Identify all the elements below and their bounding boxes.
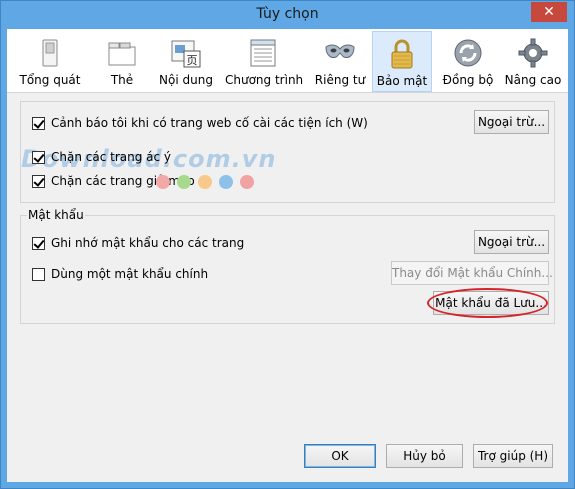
gear-icon — [518, 38, 548, 68]
passwords-exceptions-button[interactable]: Ngoại trừ... — [474, 230, 549, 254]
tab-label: Nâng cao — [504, 73, 562, 87]
applications-icon — [250, 39, 276, 67]
block-attack-checkbox[interactable]: Chặn các trang ác ý — [32, 149, 192, 167]
checkbox[interactable] — [32, 175, 45, 188]
watermark-dot — [219, 175, 233, 189]
switch-icon — [42, 39, 58, 67]
close-button[interactable]: ✕ — [531, 2, 567, 22]
highlight-oval — [427, 288, 548, 318]
category-toolbar: Tổng quát Thẻ 页 Nội dung Chương trình Ri… — [7, 29, 568, 93]
ok-button[interactable]: OK — [304, 444, 376, 468]
tab-label: Nội dung — [159, 73, 213, 87]
watermark-dot — [240, 175, 254, 189]
tab-privacy[interactable]: Riêng tư — [310, 31, 370, 92]
watermark-dot — [198, 175, 212, 189]
passwords-legend: Mật khẩu — [27, 208, 85, 222]
remember-passwords-checkbox[interactable]: Ghi nhớ mật khẩu cho các trang — [32, 235, 252, 253]
window-title: Tùy chọn — [256, 6, 319, 22]
checkbox[interactable] — [32, 268, 45, 281]
tab-advanced[interactable]: Nâng cao — [502, 31, 564, 92]
master-password-checkbox[interactable]: Dùng một mật khẩu chính — [32, 266, 232, 284]
content-icon: 页 — [171, 40, 201, 68]
tab-sync[interactable]: Đồng bộ — [440, 31, 496, 92]
dialog-body: Tổng quát Thẻ 页 Nội dung Chương trình Ri… — [7, 29, 568, 482]
tab-label: Bảo mật — [376, 74, 428, 88]
master-password-label: Dùng một mật khẩu chính — [51, 267, 209, 281]
block-attack-label: Chặn các trang ác ý — [51, 150, 172, 164]
tab-tabs[interactable]: Thẻ — [97, 31, 147, 92]
checkbox[interactable] — [32, 237, 45, 250]
tab-security[interactable]: Bảo mật — [372, 31, 432, 92]
checkbox[interactable] — [32, 117, 45, 130]
tab-general[interactable]: Tổng quát — [19, 31, 81, 92]
cancel-button[interactable]: Hủy bỏ — [386, 444, 463, 468]
tab-label: Riêng tư — [314, 73, 366, 87]
addons-exceptions-button[interactable]: Ngoại trừ... — [474, 110, 549, 134]
change-master-password-button[interactable]: Thay đổi Mật khẩu Chính... — [391, 261, 553, 285]
security-group: Cảnh báo tôi khi có trang web cố cài các… — [20, 101, 555, 203]
options-dialog: Tùy chọn ✕ Tổng quát Thẻ 页 Nội dung Chươ… — [0, 0, 575, 489]
svg-text:页: 页 — [187, 54, 198, 67]
sync-icon — [454, 39, 482, 67]
remember-passwords-label: Ghi nhớ mật khẩu cho các trang — [51, 236, 245, 250]
tabs-icon — [108, 42, 136, 66]
watermark-dot — [177, 175, 191, 189]
warn-addons-checkbox[interactable]: Cảnh báo tôi khi có trang web cố cài các… — [32, 115, 372, 133]
checkbox[interactable] — [32, 151, 45, 164]
help-button[interactable]: Trợ giúp (H) — [473, 444, 553, 468]
title-bar[interactable]: Tùy chọn ✕ — [1, 1, 574, 29]
tab-label: Tổng quát — [19, 73, 81, 87]
tab-label: Đồng bộ — [442, 73, 494, 87]
tab-label: Chương trình — [225, 73, 304, 87]
watermark-dot — [156, 175, 170, 189]
padlock-icon — [391, 39, 413, 69]
tab-content[interactable]: 页 Nội dung — [155, 31, 217, 92]
block-forgery-label: Chặn các trang giả mạo — [51, 174, 195, 188]
tab-label: Thẻ — [110, 73, 134, 87]
tab-applications[interactable]: Chương trình — [225, 31, 304, 92]
warn-addons-label: Cảnh báo tôi khi có trang web cố cài các… — [51, 116, 368, 130]
mask-icon — [325, 44, 355, 58]
